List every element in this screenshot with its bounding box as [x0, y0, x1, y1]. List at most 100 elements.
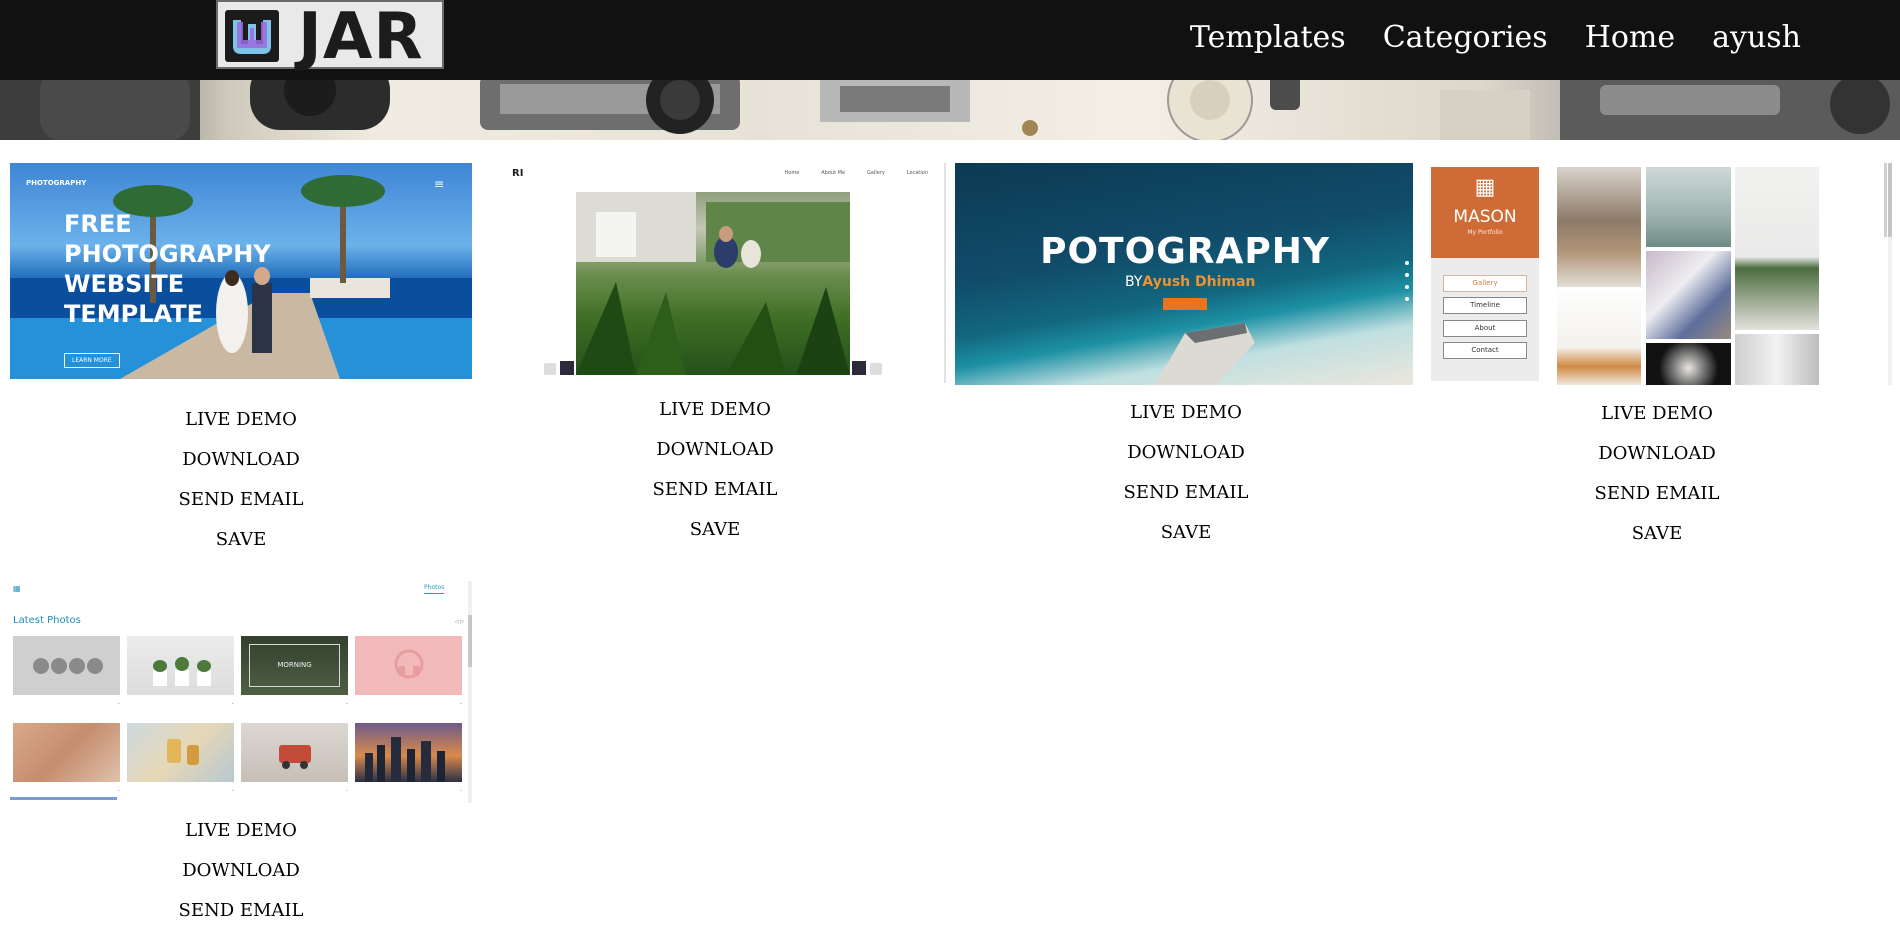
top-navbar: JAR Templates Categories Home ayush — [0, 0, 1900, 80]
byline-author: Ayush Dhiman — [1142, 274, 1256, 290]
template-nav-item: Home — [784, 170, 800, 176]
grid-photo — [1557, 167, 1641, 287]
live-demo-link[interactable]: LIVE DEMO — [956, 393, 1416, 433]
template-heading: Latest Photos — [13, 615, 81, 626]
template-thumbnail-portfolio[interactable]: RI Home About Me Gallery Location — [506, 163, 946, 383]
save-link[interactable]: SAVE — [956, 513, 1416, 553]
send-email-link[interactable]: SEND EMAIL — [484, 470, 946, 510]
brand-logo[interactable]: JAR — [216, 0, 444, 74]
camera-gear-image — [0, 80, 1900, 140]
film-icon: ▦ — [1474, 175, 1496, 200]
photo-meta: • — [459, 701, 462, 706]
template-menu-item: Contact — [1443, 342, 1527, 359]
nav-link-user[interactable]: ayush — [1712, 16, 1801, 60]
save-link[interactable]: SAVE — [484, 510, 946, 550]
download-link[interactable]: DOWNLOAD — [10, 440, 472, 480]
jar-logo-icon — [225, 10, 279, 62]
template-tab: Photos — [424, 584, 445, 594]
template-actions-3: LIVE DEMO DOWNLOAD SEND EMAIL SAVE — [956, 393, 1416, 553]
garden-photo — [576, 192, 850, 375]
hero-banner — [0, 80, 1900, 140]
byline-prefix: BY — [1125, 274, 1143, 290]
template-headline: POTOGRAPHY — [1040, 231, 1330, 272]
gallery-photo — [13, 723, 120, 782]
template-nav: Home About Me Gallery Location — [785, 170, 929, 176]
template-actions-1: LIVE DEMO DOWNLOAD SEND EMAIL SAVE — [10, 400, 472, 560]
scrollbar-thumb[interactable] — [1888, 163, 1892, 237]
photo-meta: • — [345, 788, 348, 793]
grid-photo — [1646, 251, 1731, 339]
save-link[interactable]: SAVE — [1426, 514, 1888, 554]
nav-link-home[interactable]: Home — [1585, 16, 1675, 60]
live-demo-link[interactable]: LIVE DEMO — [1426, 394, 1888, 434]
divider — [944, 163, 946, 383]
template-actions-5: LIVE DEMO DOWNLOAD SEND EMAIL — [10, 811, 472, 931]
template-scrollbar[interactable] — [1888, 163, 1892, 385]
hamburger-icon: ≡ — [433, 177, 444, 191]
grid-photo — [1735, 334, 1819, 385]
thumbnail-square — [560, 361, 574, 375]
template-headline: FREE PHOTOGRAPHY WEBSITE TEMPLATE — [64, 210, 271, 328]
download-link[interactable]: DOWNLOAD — [1426, 434, 1888, 474]
template-actions-2: LIVE DEMO DOWNLOAD SEND EMAIL SAVE — [484, 390, 946, 550]
photo-meta: • — [231, 701, 234, 706]
template-sidebar-header: ▦ MASON My Portfolio — [1431, 167, 1539, 258]
template-photo-grid — [1557, 167, 1819, 385]
template-nav-item: About Me — [821, 170, 846, 176]
gallery-photo: MORNING — [241, 636, 348, 695]
flower-icon — [870, 363, 882, 375]
nav-links: Templates Categories Home ayush — [1190, 16, 1801, 60]
flower-icon — [544, 363, 556, 375]
template-thumbnail-potography[interactable]: POTOGRAPHY BYAyush Dhiman — [955, 163, 1415, 385]
photo-meta: • — [459, 788, 462, 793]
template-nav-item: Gallery — [867, 170, 885, 176]
template-sidebar: ▦ MASON My Portfolio Gallery Timeline Ab… — [1431, 167, 1539, 381]
template-subtitle: My Portfolio — [1467, 229, 1503, 236]
send-email-link[interactable]: SEND EMAIL — [10, 480, 472, 520]
template-menu-item: Gallery — [1443, 275, 1527, 292]
grid-photo — [1646, 343, 1731, 385]
download-link[interactable]: DOWNLOAD — [956, 433, 1416, 473]
grid-photo — [1557, 291, 1641, 385]
send-email-link[interactable]: SEND EMAIL — [1426, 474, 1888, 514]
template-scrollbar[interactable] — [468, 581, 472, 803]
template-cta-button — [1163, 298, 1207, 310]
scrollbar-thumb[interactable] — [468, 615, 472, 667]
photo-meta: • — [117, 788, 120, 793]
photo-meta: • — [345, 701, 348, 706]
grid-photo — [1646, 167, 1731, 247]
save-link[interactable]: SAVE — [10, 520, 472, 560]
live-demo-link[interactable]: LIVE DEMO — [484, 390, 946, 430]
photo-caption: MORNING — [249, 644, 340, 687]
nav-link-categories[interactable]: Categories — [1383, 16, 1548, 60]
template-brand: PHOTOGRAPHY — [26, 179, 87, 187]
gallery-photo — [355, 636, 462, 695]
send-email-link[interactable]: SEND EMAIL — [956, 473, 1416, 513]
film-icon: ▦ — [13, 584, 21, 593]
template-learn-more-button: LEARN MORE — [64, 353, 120, 368]
download-link[interactable]: DOWNLOAD — [484, 430, 946, 470]
gallery-photo — [355, 723, 462, 782]
grid-photo — [1735, 167, 1819, 330]
template-thumbnail-photography[interactable]: PHOTOGRAPHY ≡ FREE PHOTOGRAPHY WEBSITE T… — [10, 163, 472, 379]
template-menu-item: About — [1443, 320, 1527, 337]
template-pagination: ◁ ▷ — [454, 619, 464, 625]
template-menu-item: Timeline — [1443, 297, 1527, 314]
photo-meta: • — [231, 788, 234, 793]
page-scrollbar[interactable] — [1884, 163, 1887, 237]
template-thumbnail-latest-photos[interactable]: ▦ Photos Latest Photos ◁ ▷ MORNING • • •… — [10, 581, 472, 803]
template-thumbnail-mason[interactable]: ▦ MASON My Portfolio Gallery Timeline Ab… — [1422, 163, 1894, 385]
live-demo-link[interactable]: LIVE DEMO — [10, 400, 472, 440]
template-title: MASON — [1453, 207, 1517, 227]
template-actions-4: LIVE DEMO DOWNLOAD SEND EMAIL SAVE — [1426, 394, 1888, 554]
template-nav-item: Location — [906, 170, 928, 176]
gallery-photo — [241, 723, 348, 782]
gallery-photo — [127, 723, 234, 782]
gallery-photo — [13, 636, 120, 695]
download-link[interactable]: DOWNLOAD — [10, 851, 472, 891]
nav-link-templates[interactable]: Templates — [1190, 16, 1346, 60]
brand-name: JAR — [298, 0, 424, 74]
selection-highlight — [10, 797, 117, 800]
send-email-link[interactable]: SEND EMAIL — [10, 891, 472, 931]
live-demo-link[interactable]: LIVE DEMO — [10, 811, 472, 851]
